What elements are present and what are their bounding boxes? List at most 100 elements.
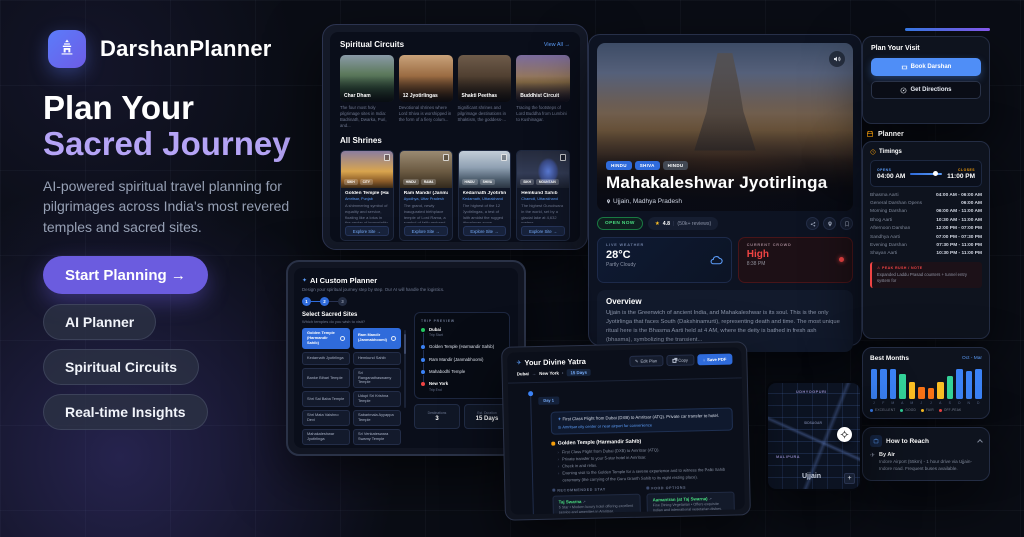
copy-button[interactable]: Copy (666, 354, 695, 367)
map-pin-button[interactable] (823, 217, 836, 230)
itinerary-sub: Trip End (429, 387, 442, 392)
external-link-icon: ↗ (708, 496, 712, 501)
itinerary-dot (421, 370, 425, 375)
bookmark-icon[interactable] (560, 154, 566, 162)
circuit-card[interactable]: 12 Jyotirlingas Devotional shrines where… (398, 55, 453, 129)
step-connector (311, 301, 320, 302)
site-chip[interactable]: Sri Venkateswara Swamy Temple (353, 428, 401, 445)
download-icon: ↓ (702, 357, 706, 363)
circuit-card[interactable]: Char Dham The four most holy pilgrimage … (340, 55, 394, 129)
circuit-card[interactable]: Shakti Peethas Significant shrines and p… (457, 55, 512, 129)
shrine-image: HINDU RAMA (399, 151, 452, 189)
edit-plan-button[interactable]: ✎ Edit Plan (628, 355, 664, 367)
site-chip[interactable]: Ram Mandir (Janmabhoomi) (353, 328, 401, 349)
legend-item: OFF-PEAK (938, 408, 962, 412)
itinerary-item: Ram Mandir (Janmabhoomi) (421, 357, 503, 371)
month-bar-column: A (937, 382, 945, 405)
site-chip[interactable]: Udupi Sri Krishna Temple (353, 391, 401, 407)
rating-pill: ★ 4.8 | (50k+ reviews) (647, 217, 719, 230)
schedule-time: 06:00 AM (961, 201, 982, 207)
stay-icon (552, 488, 556, 492)
schedule-time: 10:30 AM - 11:00 AM (936, 217, 982, 223)
view-all-link[interactable]: View All → (544, 42, 570, 48)
flight-tip: ◎ Amritsar city center or near airport f… (557, 422, 653, 430)
site-chip[interactable]: Golden Temple (Harmandir Sahib) (302, 328, 350, 349)
map-mockup: UDHYOGPURI SIDSAGAR MALIPURA Ujjain + (766, 381, 862, 491)
site-chip-label: Banke Bihari Temple (307, 374, 343, 380)
note-label: ⚠ PEAK RUSH / NOTE (877, 266, 923, 270)
site-chip[interactable]: Banke Bihari Temple (302, 367, 350, 389)
shrine-tags: HINDU RAMA (402, 179, 437, 186)
chips-scrollbar[interactable] (404, 330, 406, 408)
crowd-label: CURRENT CROWD (746, 243, 792, 247)
schedule-name: Shayan Aarti (870, 251, 898, 257)
audio-button[interactable] (829, 51, 845, 67)
site-chip[interactable]: Hemkund Sahib (353, 351, 401, 365)
crowd-level: High (746, 249, 769, 260)
step-1[interactable]: 1 (302, 297, 311, 306)
circuit-description: Tracing the footsteps of Lord Buddha fro… (516, 105, 567, 123)
itinerary-item: Mahabodhi Temple (421, 369, 503, 383)
explore-site-button[interactable]: Explore Site → (462, 226, 507, 237)
feature-pill-realtime-insights: Real-time Insights (43, 394, 208, 430)
site-chip[interactable]: Sri Ranganathaswamy Temple (353, 367, 401, 389)
chart-legend: EXCELLENT GOOD FAIR OFF-PEAK (870, 408, 982, 412)
step-marker: › (557, 470, 560, 476)
bookmark-icon[interactable] (501, 154, 508, 162)
route-days-badge: 15 Days (566, 368, 592, 377)
shrine-image: SIKH CITY (341, 151, 393, 189)
start-planning-button[interactable]: Start Planning → (43, 256, 208, 294)
shrine-description: The highest Gurudwara in the world, set … (521, 203, 564, 224)
itinerary-name: Dubai (429, 327, 443, 332)
star-icon: ★ (654, 220, 660, 227)
hotel-card[interactable]: Taj Swarna ↗ 5 Star • Modern luxury hote… (552, 493, 641, 515)
explore-site-button[interactable]: Explore Site → (521, 226, 565, 237)
itinerary-item: Dubai Trip Start (421, 327, 503, 346)
share-button[interactable] (806, 217, 819, 230)
day-badge: Day 1 (538, 396, 560, 405)
food-list: Aamantran (at Taj Swarna) ↗ Fine Dining … (646, 491, 735, 515)
bookmark-button[interactable] (840, 217, 853, 230)
book-darshan-button[interactable]: Book Darshan (871, 58, 981, 76)
how-to-reach-card: How to Reach ✈ By Air Indore Airport (55… (862, 427, 990, 481)
site-chip[interactable]: Shri Mata Vaishno Devi (302, 410, 350, 426)
month-letter: O (957, 401, 961, 405)
shrine-card: SIKH CITY Golden Temple (Harmand... Amri… (340, 150, 394, 242)
legend-dot (900, 408, 904, 412)
circuit-card[interactable]: Buddhist Circuit Tracing the footsteps o… (516, 55, 570, 129)
bookmark-icon[interactable] (442, 154, 449, 162)
shrine-tag: CITY (359, 179, 373, 186)
site-chip[interactable]: Sabarimala Ayyappa Temple (353, 410, 401, 426)
explore-site-button[interactable]: Explore Site → (345, 226, 389, 237)
hero-description: AI-powered spiritual travel planning for… (43, 178, 290, 235)
step-2[interactable]: 2 (320, 297, 329, 306)
deselect-icon[interactable] (391, 335, 396, 341)
food-icon (646, 486, 650, 490)
site-chip-label: Kedarnath Jyotirlinga (307, 354, 344, 360)
month-bar-column: J (927, 388, 935, 405)
temple-hero-image: HINDU SHIVA HINDU Mahakaleshwar Jyotirli… (597, 43, 853, 211)
site-chip[interactable]: Mahakaleshwar Jyotirlinga (302, 428, 350, 445)
month-bar (889, 369, 896, 399)
step-marker: › (557, 456, 560, 462)
circuit-name: 12 Jyotirlingas (402, 93, 438, 99)
chevron-up-icon[interactable] (977, 439, 983, 445)
locate-button[interactable] (837, 427, 852, 442)
save-pdf-button[interactable]: ↓ Save PDF (696, 353, 733, 366)
circuit-description: Devotional shrines where Lord Shiva is w… (398, 105, 452, 123)
map-label-ujjain: Ujjain (802, 473, 822, 480)
step-text: Check in and relax. (562, 462, 598, 469)
get-directions-button[interactable]: Get Directions (871, 81, 981, 99)
shrine-image: SIKH MOUNTAIN (517, 151, 569, 189)
deselect-icon[interactable] (340, 335, 345, 341)
zoom-in-button[interactable]: + (844, 473, 855, 484)
explore-site-button[interactable]: Explore Site → (403, 226, 448, 237)
bookmark-icon[interactable] (383, 154, 390, 162)
step-3[interactable]: 3 (338, 297, 347, 306)
open-now-badge: OPEN NOW (597, 217, 643, 230)
restaurant-card[interactable]: Aamantran (at Taj Swarna) ↗ Fine Dining … (646, 491, 735, 515)
site-chip[interactable]: Kedarnath Jyotirlinga (302, 351, 350, 365)
copy-icon (672, 358, 677, 363)
site-chip-label: Ram Mandir (Janmabhoomi) (358, 332, 387, 343)
site-chip[interactable]: Shri Sai Baba Temple (302, 391, 350, 407)
